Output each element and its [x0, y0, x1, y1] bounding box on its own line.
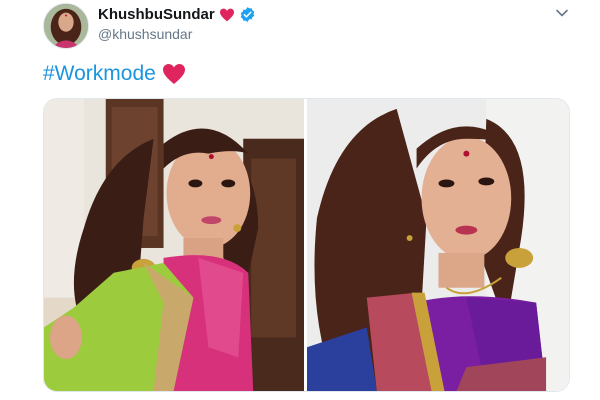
name-row: KhushbuSundar	[98, 6, 256, 23]
hashtag-link[interactable]: #Workmode	[43, 62, 156, 86]
user-handle[interactable]: @khushsundar	[98, 26, 192, 42]
photo-right[interactable]	[307, 99, 569, 391]
tweet-footer-divider	[0, 396, 600, 400]
red-heart-icon	[219, 8, 235, 22]
verified-badge-icon	[239, 6, 256, 23]
display-name[interactable]: KhushbuSundar	[98, 6, 215, 23]
photo-left[interactable]	[44, 99, 304, 391]
chevron-down-icon[interactable]	[555, 6, 569, 20]
avatar[interactable]	[43, 3, 89, 49]
red-heart-icon	[162, 63, 186, 85]
media-grid	[43, 98, 570, 392]
avatar-image	[44, 4, 88, 48]
tweet-text: #Workmode	[43, 62, 186, 86]
tweet-card: KhushbuSundar @khushsundar #Workmode	[0, 0, 600, 400]
